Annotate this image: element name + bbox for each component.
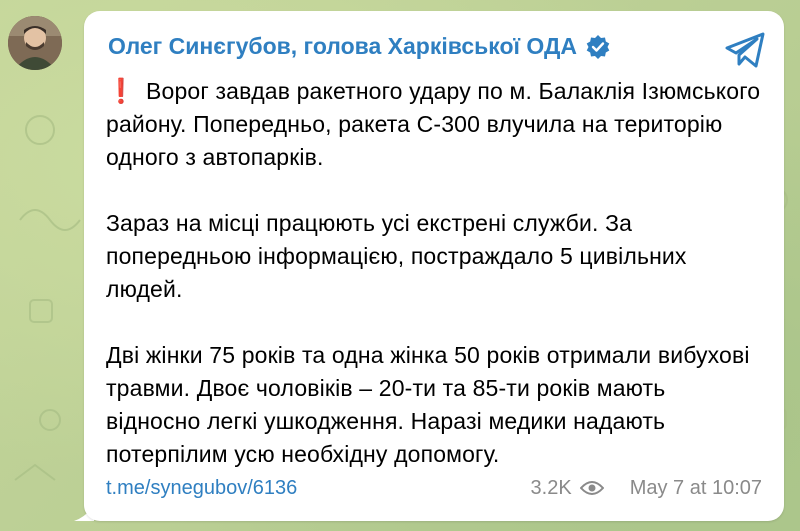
message-text: ❗ Ворог завдав ракетного удару по м. Бала… <box>106 75 766 471</box>
paragraph-text: Ворог завдав ракетного удару по м. Балак… <box>106 78 761 170</box>
message-paragraph-1: ❗ Ворог завдав ракетного удару по м. Бала… <box>106 75 766 174</box>
message-footer: t.me/synegubov/6136 3.2K May 7 at 10:07 <box>106 473 762 503</box>
message-paragraph-3: Дві жінки 75 років та одна жінка 50 рокі… <box>106 342 750 467</box>
channel-avatar[interactable] <box>8 16 62 70</box>
verified-badge-icon <box>586 34 610 59</box>
view-count: 3.2K <box>530 476 572 499</box>
avatar-portrait-icon <box>8 16 62 70</box>
message-meta: 3.2K May 7 at 10:07 <box>531 477 762 500</box>
timestamp: May 7 at 10:07 <box>629 476 762 499</box>
message-bubble: Олег Синєгубов, голова Харківської ОДА ❗… <box>84 11 784 521</box>
eye-icon <box>579 481 604 495</box>
sender-header: Олег Синєгубов, голова Харківської ОДА <box>108 33 611 60</box>
sender-name[interactable]: Олег Синєгубов, голова Харківської ОДА <box>108 33 577 60</box>
telegram-share-icon[interactable] <box>724 31 766 69</box>
message-paragraph-2: Зараз на місці працюють усі екстрені слу… <box>106 210 687 302</box>
post-link[interactable]: t.me/synegubov/6136 <box>106 477 297 500</box>
exclamation-icon: ❗ <box>106 78 137 105</box>
